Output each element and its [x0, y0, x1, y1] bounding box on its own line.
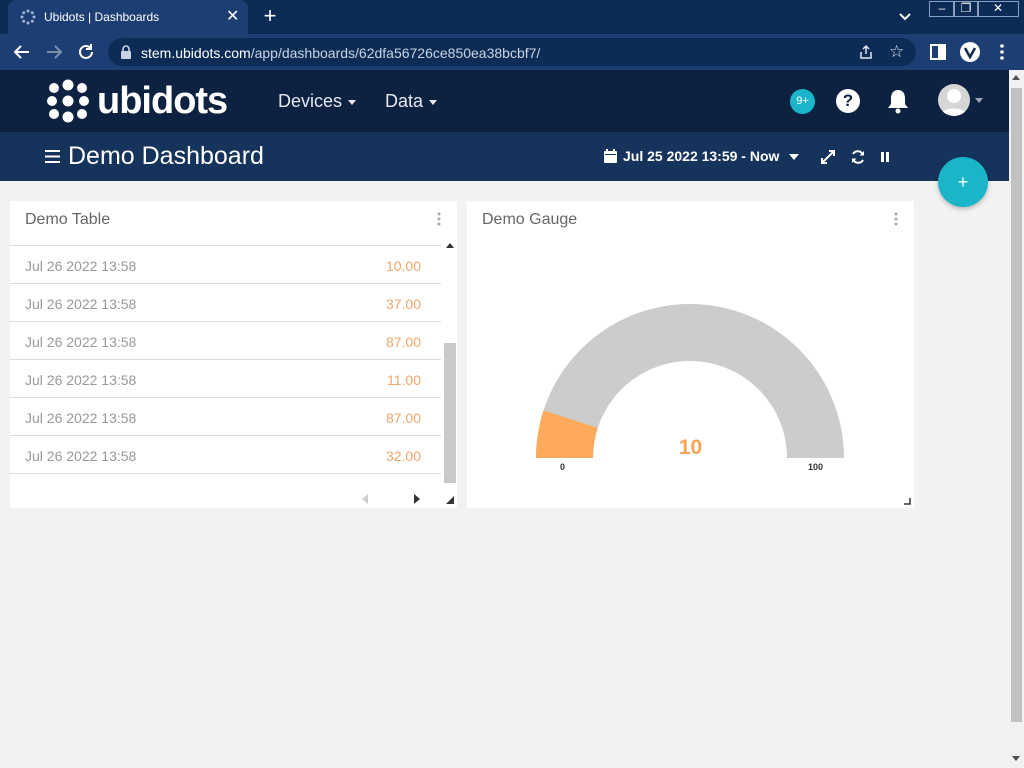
row-value: 32.00 [385, 448, 421, 464]
brand-wordmark[interactable]: ubidots [97, 80, 228, 123]
browser-tab-strip: Ubidots | Dashboards ✕ + – ❐ ✕ [0, 0, 1024, 34]
gauge-chart [536, 304, 844, 458]
table-scrollbar[interactable] [443, 239, 457, 508]
row-timestamp: Jul 26 2022 13:58 [25, 410, 137, 426]
new-tab-button[interactable]: + [258, 4, 282, 28]
gauge-min-label: 0 [560, 462, 566, 472]
row-timestamp: Jul 26 2022 13:58 [25, 296, 137, 312]
table-row: Jul 26 2022 13:58 11.00 [10, 360, 441, 398]
browser-toolbar: stem.ubidots.com/app/dashboards/62dfa567… [0, 34, 1024, 70]
table-row: Jul 26 2022 13:58 87.00 [10, 322, 441, 360]
share-icon[interactable] [858, 44, 874, 60]
help-button[interactable]: ? [836, 89, 860, 113]
page-scrollbar-thumb[interactable] [1011, 88, 1022, 722]
user-silhouette-icon [941, 89, 967, 116]
table-row: Jul 26 2022 13:58 87.00 [10, 398, 441, 436]
table-widget-title: Demo Table [25, 211, 111, 228]
add-widget-button[interactable]: + [938, 157, 988, 207]
bell-icon[interactable] [886, 88, 910, 114]
date-range-caret-icon [789, 154, 800, 161]
reload-icon[interactable] [76, 42, 96, 62]
row-timestamp: Jul 26 2022 13:58 [25, 334, 137, 350]
devices-menu[interactable]: Devices [278, 91, 357, 112]
data-menu[interactable]: Data [385, 91, 438, 112]
close-window-button[interactable]: ✕ [977, 1, 1019, 17]
dashboard-bar: Demo Dashboard Jul 25 2022 13:59 - Now [0, 132, 1009, 181]
previous-page-arrow-icon[interactable] [362, 494, 368, 504]
table-scrollbar-thumb[interactable] [444, 343, 456, 483]
row-timestamp: Jul 26 2022 13:58 [25, 448, 137, 464]
data-menu-label: Data [385, 91, 424, 111]
fullscreen-expand-icon[interactable] [820, 149, 836, 165]
pause-icon[interactable] [877, 149, 893, 165]
tab-search-chevron-icon[interactable] [896, 7, 914, 25]
row-value: 87.00 [385, 410, 421, 426]
lock-icon [121, 45, 131, 59]
table-widget-options-icon[interactable] [437, 212, 441, 226]
page-scrollbar[interactable] [1009, 70, 1024, 768]
dashboard-title[interactable]: Demo Dashboard [68, 142, 264, 171]
table-widget: Demo Table Jul 26 2022 13:58 10.00 Jul 2… [10, 201, 457, 508]
row-value: 87.00 [385, 334, 421, 350]
caret-down-icon [429, 99, 438, 105]
restore-window-button[interactable]: ❐ [953, 1, 979, 17]
date-range-label: Jul 25 2022 13:59 - Now [623, 148, 780, 164]
minimize-window-button[interactable]: – [929, 1, 955, 17]
row-timestamp: Jul 26 2022 13:58 [25, 372, 137, 388]
date-range-picker[interactable]: Jul 25 2022 13:59 - Now [604, 148, 800, 164]
notifications-badge[interactable]: 9+ [790, 89, 815, 114]
address-bar[interactable]: stem.ubidots.com/app/dashboards/62dfa567… [108, 38, 916, 66]
caret-down-icon [348, 99, 357, 105]
table-row: Jul 26 2022 13:58 10.00 [10, 246, 441, 284]
vivaldi-extension-icon[interactable] [960, 42, 980, 62]
resize-handle-icon[interactable] [904, 498, 912, 506]
back-arrow-icon[interactable] [12, 42, 32, 62]
forward-arrow-icon[interactable] [44, 42, 64, 62]
ubidots-favicon-icon [20, 9, 36, 25]
user-menu-caret-icon[interactable] [975, 98, 983, 103]
table-row: Jul 26 2022 13:58 37.00 [10, 284, 441, 322]
calendar-icon [604, 149, 617, 163]
ubidots-logo-icon[interactable] [46, 79, 92, 123]
row-value: 11.00 [387, 372, 421, 388]
table-row: Jul 26 2022 13:58 32.00 [10, 436, 441, 474]
app-header: ubidots Devices Data 9+ ? [0, 70, 1009, 132]
url-text: stem.ubidots.com/app/dashboards/62dfa567… [141, 45, 541, 61]
user-avatar[interactable] [938, 84, 970, 116]
next-page-arrow-icon[interactable] [414, 494, 420, 504]
row-value: 10.00 [385, 258, 421, 274]
scroll-up-arrow-icon[interactable] [1012, 75, 1020, 80]
browser-tab[interactable]: Ubidots | Dashboards ✕ [8, 0, 248, 34]
gauge-widget: Demo Gauge 10 0 100 [467, 201, 914, 508]
bookmark-star-icon[interactable]: ☆ [889, 42, 904, 62]
devices-menu-label: Devices [278, 91, 343, 111]
gauge-value: 10 [678, 436, 703, 459]
side-panel-icon[interactable] [928, 42, 948, 62]
hamburger-menu-icon[interactable] [45, 150, 60, 163]
gauge-max-label: 100 [808, 462, 824, 472]
resize-handle-icon[interactable] [446, 496, 454, 504]
row-value: 37.00 [385, 296, 421, 312]
refresh-icon[interactable] [850, 149, 866, 165]
close-tab-icon[interactable]: ✕ [226, 6, 239, 26]
row-timestamp: Jul 26 2022 13:58 [25, 258, 137, 274]
table-scroll-up-icon[interactable] [446, 243, 454, 248]
browser-tab-title: Ubidots | Dashboards [44, 10, 160, 24]
browser-menu-icon[interactable] [992, 42, 1012, 62]
scroll-down-arrow-icon[interactable] [1012, 756, 1020, 761]
